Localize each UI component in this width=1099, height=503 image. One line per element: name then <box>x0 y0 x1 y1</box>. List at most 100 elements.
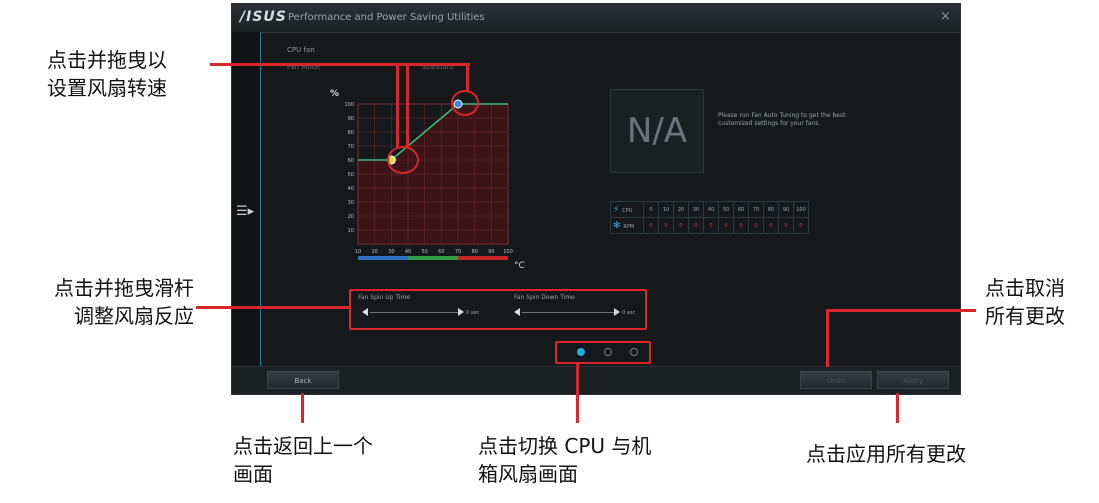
fan-icon: ✻ <box>613 220 621 231</box>
callout-drag-slider: 点击并拖曳滑杆 调整风扇反应 <box>8 274 194 330</box>
rpm-label: RPM <box>623 223 635 230</box>
temp-cell: 100 <box>793 201 809 218</box>
callout-line-1: 点击并拖曳滑杆 <box>54 276 194 300</box>
callout-line <box>826 309 829 367</box>
app-window: /ISUS Performance and Power Saving Utili… <box>231 3 961 395</box>
x-axis-label: °C <box>514 261 525 269</box>
temp-cell: 20 <box>673 201 689 218</box>
callout-line <box>396 63 399 148</box>
x-tick-label: 20 <box>371 249 377 255</box>
temp-cell: 60 <box>733 201 749 218</box>
callout-line-2: 所有更改 <box>985 304 1065 328</box>
y-tick-label: 60 <box>348 158 354 164</box>
callout-line <box>406 63 409 148</box>
na-panel: N/A <box>610 89 704 173</box>
x-tick-label: 10 <box>355 249 361 255</box>
callout-line-1: 点击取消 <box>985 276 1065 300</box>
rpm-cell: 0 <box>778 217 794 234</box>
rpm-cell: 0 <box>658 217 674 234</box>
window-title: Performance and Power Saving Utilities <box>288 12 485 23</box>
callout-line-1: 点击返回上一个 <box>233 434 373 458</box>
callout-line <box>826 309 976 312</box>
callout-line-2: 调整风扇反应 <box>74 304 194 328</box>
x-tick-label: 100 <box>503 249 513 255</box>
temperature-icon: ⚡ <box>613 204 620 215</box>
callout-drag-points: 点击并拖曳以 设置风扇转速 <box>47 46 167 102</box>
temp-cell: 30 <box>688 201 704 218</box>
temperature-label: CPU <box>622 207 633 214</box>
temp-cell: 10 <box>658 201 674 218</box>
callout-line-1: 点击切换 CPU 与机 <box>478 434 652 458</box>
callout-undo: 点击取消 所有更改 <box>985 274 1065 330</box>
rpm-cell: 0 <box>763 217 779 234</box>
pager-highlight-box <box>555 341 651 364</box>
rpm-cell: 0 <box>733 217 749 234</box>
temperature-row: ⚡ CPU 0 10 20 30 40 50 60 70 80 90 100 <box>610 201 809 218</box>
y-tick-label: 50 <box>348 172 354 178</box>
callout-line-2: 画面 <box>233 462 273 486</box>
sidebar: ☰▸ <box>232 32 261 366</box>
bottom-bar: Back Undo Apply <box>232 366 960 394</box>
auto-tuning-hint: Please run Fan Auto Tuning to get the be… <box>718 112 846 127</box>
callout-line <box>896 393 899 423</box>
apply-button[interactable]: Apply <box>877 371 949 389</box>
y-tick-label: 90 <box>348 116 354 122</box>
rpm-cell: 0 <box>718 217 734 234</box>
temp-zone-bar <box>408 256 458 260</box>
handle-highlight-circle <box>451 90 479 116</box>
rpm-header: ✻ RPM <box>610 217 644 234</box>
callout-line <box>301 393 304 423</box>
callout-line <box>466 63 469 92</box>
y-tick-label: 40 <box>348 186 354 192</box>
x-tick-label: 80 <box>471 249 477 255</box>
rpm-cell: 0 <box>703 217 719 234</box>
temp-cell: 50 <box>718 201 734 218</box>
undo-button[interactable]: Undo <box>800 371 872 389</box>
handle-highlight-circle <box>387 146 419 174</box>
temperature-header: ⚡ CPU <box>610 201 644 218</box>
temp-zone-bar <box>458 256 508 260</box>
rpm-cell: 0 <box>643 217 659 234</box>
rpm-cell: 0 <box>793 217 809 234</box>
x-tick-label: 60 <box>438 249 444 255</box>
y-tick-label: 20 <box>348 214 354 220</box>
y-tick-label: 100 <box>344 102 354 108</box>
callout-line <box>196 306 351 309</box>
callout-line-1: 点击并拖曳以 <box>47 48 167 72</box>
fan-curve-chart[interactable]: % °C 10 20 30 40 50 60 70 80 90 100 10 20 30 40 50 60 70… <box>330 84 530 269</box>
callout-line <box>576 363 579 423</box>
asus-logo: /ISUS <box>240 9 287 25</box>
callout-line-2: 箱风扇画面 <box>478 462 578 486</box>
x-tick-label: 50 <box>421 249 427 255</box>
temp-cell: 40 <box>703 201 719 218</box>
menu-icon[interactable]: ☰▸ <box>236 204 254 219</box>
rpm-cell: 0 <box>748 217 764 234</box>
callout-apply: 点击应用所有更改 <box>806 440 966 468</box>
sliders-highlight-box <box>349 289 647 330</box>
cpu-fan-label: CPU fan <box>287 46 315 54</box>
x-tick-label: 30 <box>388 249 394 255</box>
y-tick-label: 70 <box>348 144 354 150</box>
close-icon[interactable]: × <box>940 9 951 24</box>
x-tick-label: 40 <box>405 249 411 255</box>
callout-line-2: 设置风扇转速 <box>47 76 167 100</box>
back-button[interactable]: Back <box>267 371 339 389</box>
callout-switch-fan: 点击切换 CPU 与机 箱风扇画面 <box>478 432 651 488</box>
x-tick-label: 90 <box>488 249 494 255</box>
temp-zone-bar <box>358 256 408 260</box>
y-tick-label: 80 <box>348 130 354 136</box>
temp-cell: 0 <box>643 201 659 218</box>
callout-line-1: 点击应用所有更改 <box>806 442 966 466</box>
rpm-cell: 0 <box>673 217 689 234</box>
fan-rpm-table: ⚡ CPU 0 10 20 30 40 50 60 70 80 90 100 ✻… <box>610 201 809 234</box>
na-text: N/A <box>626 111 688 151</box>
rpm-cell: 0 <box>688 217 704 234</box>
rpm-row: ✻ RPM 0 0 0 0 0 0 0 0 0 0 0 <box>610 217 809 234</box>
y-tick-label: 10 <box>348 228 354 234</box>
callout-line <box>210 63 470 66</box>
y-axis-label: % <box>330 89 339 99</box>
plot-area[interactable]: 10 20 30 40 50 60 70 80 90 100 10 20 30 40 50 60 70 80 90 1… <box>344 99 513 260</box>
temp-cell: 90 <box>778 201 794 218</box>
temp-cell: 80 <box>763 201 779 218</box>
y-tick-label: 30 <box>348 200 354 206</box>
